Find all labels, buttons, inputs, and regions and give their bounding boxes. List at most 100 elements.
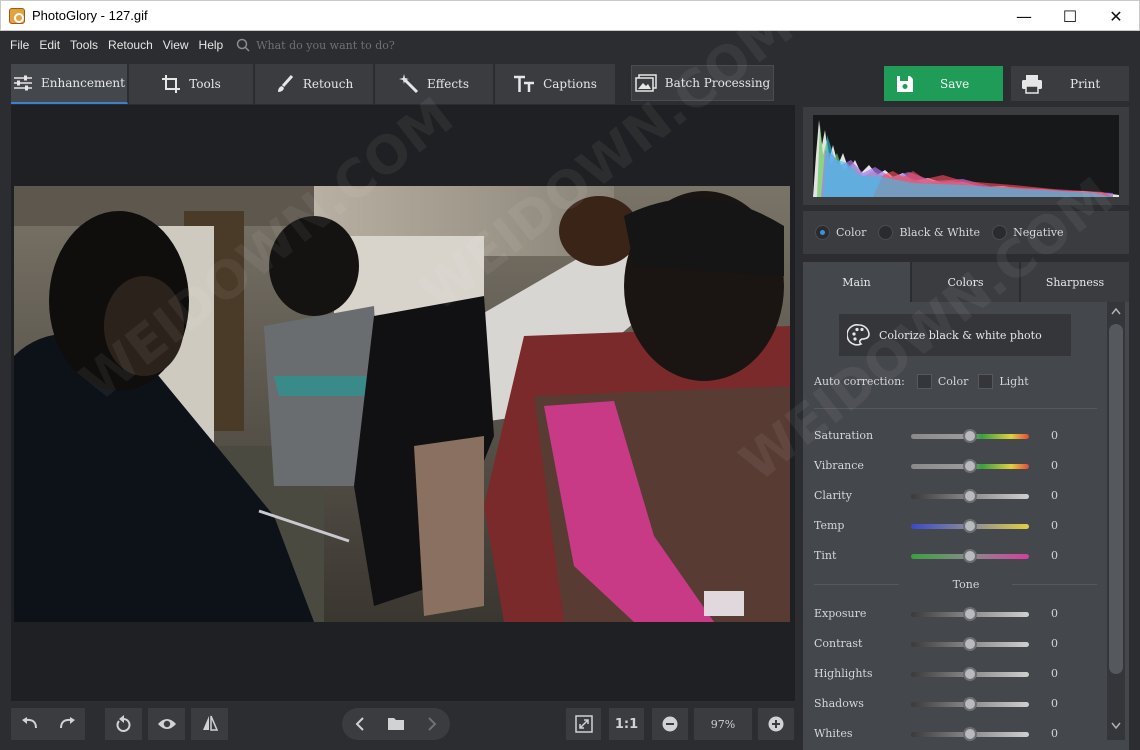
minimize-button[interactable]: — (1001, 1, 1047, 31)
slider-value: 0 (1051, 697, 1058, 710)
previous-image-button[interactable] (342, 708, 378, 740)
histogram-panel (803, 107, 1129, 205)
zoom-value[interactable]: 97% (694, 708, 752, 740)
whites-slider-row: Whites 0 (814, 725, 1104, 745)
contrast-slider-row: Contrast 0 (814, 635, 1104, 655)
color-mode-group: Color Black & White Negative (803, 211, 1129, 254)
exposure-knob[interactable] (963, 607, 977, 621)
sub-tab-bar: Main Colors Sharpness (803, 262, 1129, 302)
radio-black-white[interactable]: Black & White (878, 225, 980, 240)
search-placeholder: What do you want to do? (256, 38, 395, 52)
slider-label: Highlights (814, 667, 873, 680)
histogram (813, 115, 1119, 197)
zoom-out-button[interactable] (652, 708, 688, 740)
auto-light-checkbox[interactable] (978, 374, 994, 389)
saturation-knob[interactable] (963, 429, 977, 443)
temp-knob[interactable] (963, 519, 977, 533)
zoom-in-icon (768, 716, 784, 732)
maximize-button[interactable]: ☐ (1047, 1, 1093, 31)
folder-icon (388, 718, 404, 730)
redo-button[interactable] (48, 708, 85, 740)
menu-edit[interactable]: Edit (34, 38, 65, 52)
shadows-knob[interactable] (963, 697, 977, 711)
batch-processing-button[interactable]: Batch Processing (631, 65, 774, 101)
menu-file[interactable]: File (5, 38, 34, 52)
menu-bar: File Edit Tools Retouch View Help What d… (0, 31, 1140, 59)
slider-label: Saturation (814, 429, 874, 442)
clarity-knob[interactable] (963, 489, 977, 503)
slider-value: 0 (1051, 667, 1058, 680)
app-logo-icon (9, 8, 25, 24)
auto-correction: Auto correction: Color Light (814, 374, 1029, 389)
saturation-slider-row: Saturation 0 (814, 427, 1104, 447)
actual-size-button[interactable]: 1:1 (609, 708, 644, 740)
title-bar: PhotoGlory - 127.gif — ☐ ✕ (0, 0, 1140, 31)
subtab-sharpness[interactable]: Sharpness (1021, 262, 1129, 302)
tint-knob[interactable] (963, 549, 977, 563)
menu-view[interactable]: View (158, 38, 194, 52)
vibrance-slider-row: Vibrance 0 (814, 457, 1104, 477)
settings-scrollbar[interactable] (1107, 302, 1125, 740)
divider (814, 408, 1097, 409)
scroll-thumb[interactable] (1109, 324, 1123, 674)
radio-negative-label: Negative (1013, 226, 1064, 239)
redo-icon (59, 717, 75, 729)
search-box[interactable]: What do you want to do? (236, 38, 395, 52)
palette-icon (847, 324, 870, 346)
subtab-main[interactable]: Main (803, 262, 910, 302)
slider-value: 0 (1051, 489, 1058, 502)
fit-to-screen-button[interactable] (566, 708, 601, 740)
shadows-slider-row: Shadows 0 (814, 695, 1104, 715)
reset-icon (116, 715, 130, 732)
slider-value: 0 (1051, 727, 1058, 740)
tab-captions[interactable]: Captions (495, 64, 616, 104)
subtab-colors[interactable]: Colors (912, 262, 1019, 302)
reset-button[interactable] (105, 708, 142, 740)
preview-button[interactable] (148, 708, 185, 740)
auto-color-checkbox[interactable] (916, 374, 932, 389)
next-image-button[interactable] (414, 708, 450, 740)
compare-icon (202, 715, 218, 731)
radio-color-label: Color (836, 226, 867, 239)
slider-label: Exposure (814, 607, 867, 620)
print-button[interactable]: Print (1011, 66, 1129, 101)
photo-canvas[interactable] (14, 186, 790, 622)
menu-tools[interactable]: Tools (65, 38, 103, 52)
menu-retouch[interactable]: Retouch (103, 38, 158, 52)
contrast-knob[interactable] (963, 637, 977, 651)
window-title: PhotoGlory - 127.gif (32, 8, 148, 23)
open-folder-button[interactable] (378, 708, 414, 740)
whites-knob[interactable] (963, 727, 977, 741)
undo-button[interactable] (11, 708, 48, 740)
scroll-up-icon[interactable] (1111, 308, 1121, 315)
slider-label: Tint (814, 549, 837, 562)
save-button[interactable]: Save (884, 66, 1003, 101)
highlights-knob[interactable] (963, 667, 977, 681)
vibrance-knob[interactable] (963, 459, 977, 473)
auto-light-label: Light (999, 375, 1029, 388)
batch-processing-label: Batch Processing (664, 76, 771, 90)
zoom-out-icon (662, 716, 678, 732)
tab-captions-label: Captions (543, 77, 597, 91)
radio-dot (815, 225, 830, 240)
menu-help[interactable]: Help (194, 38, 229, 52)
radio-negative[interactable]: Negative (992, 225, 1063, 240)
tab-tools[interactable]: Tools (129, 64, 254, 104)
tab-enhancement[interactable]: Enhancement (11, 64, 128, 104)
brush-icon (277, 74, 293, 92)
radio-color[interactable]: Color (815, 225, 866, 240)
slider-label: Clarity (814, 489, 852, 502)
eye-icon (157, 719, 176, 729)
compare-button[interactable] (191, 708, 228, 740)
colorize-button[interactable]: Colorize black & white photo (839, 314, 1071, 356)
close-button[interactable]: ✕ (1093, 1, 1139, 31)
radio-dot (992, 225, 1008, 240)
scroll-down-icon[interactable] (1111, 722, 1121, 729)
photo-image (14, 186, 790, 622)
tab-effects[interactable]: Effects (375, 64, 494, 104)
slider-value: 0 (1051, 519, 1058, 532)
text-icon (514, 75, 535, 92)
tab-tools-label: Tools (189, 77, 221, 91)
zoom-in-button[interactable] (758, 708, 794, 740)
tab-retouch[interactable]: Retouch (255, 64, 374, 104)
